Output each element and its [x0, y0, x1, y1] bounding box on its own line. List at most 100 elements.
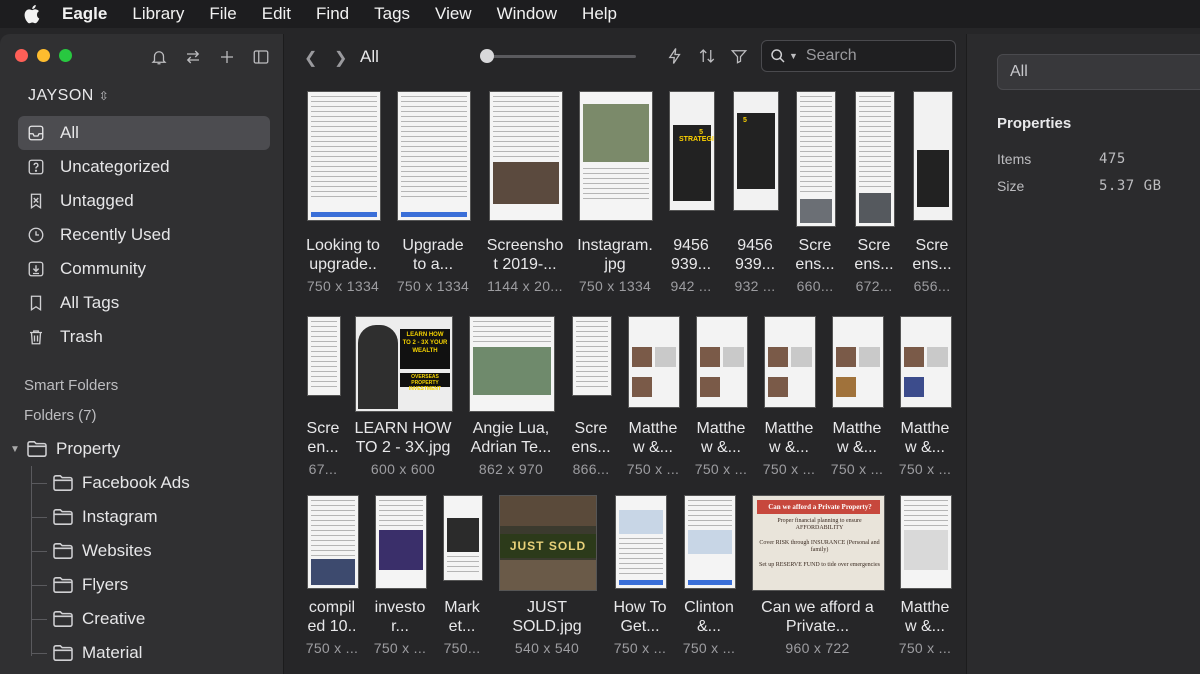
asset-dimensions: 672...	[855, 278, 893, 294]
asset-thumbnail	[375, 495, 427, 589]
question-box-icon	[25, 156, 47, 178]
folder-flyers[interactable]: Flyers	[0, 568, 283, 602]
asset-thumbnail: 5 STRATEGIES	[669, 91, 715, 211]
chevron-down-icon[interactable]: ▼	[10, 444, 20, 455]
asset-name: 9456 939...	[670, 237, 712, 273]
folders-header[interactable]: Folders (7)	[24, 407, 97, 424]
folder-icon	[52, 506, 74, 528]
asset-thumbnail	[796, 91, 836, 227]
menu-library[interactable]: Library	[132, 4, 184, 24]
library-name: JAYSON	[28, 87, 94, 104]
thumbnail-size-slider[interactable]	[486, 55, 636, 58]
view-title: All	[360, 47, 379, 66]
asset-name: Looking to upgrade..	[306, 237, 380, 273]
forward-arrow-icon[interactable]: ❯	[334, 48, 347, 68]
folder-label: Material	[82, 643, 143, 662]
folder-property[interactable]: ▼ Property	[0, 432, 283, 466]
sync-arrows-icon[interactable]	[182, 46, 204, 68]
menu-help[interactable]: Help	[582, 4, 617, 24]
asset-name: Clinton &...	[684, 599, 734, 635]
lightning-icon[interactable]	[664, 45, 686, 67]
folder-instagram[interactable]: Instagram	[0, 500, 283, 534]
sidebar-item-uncategorized[interactable]: Uncategorized	[18, 150, 270, 184]
folder-label: Creative	[82, 609, 146, 628]
asset-name: investo r...	[374, 599, 426, 635]
folder-material[interactable]: Material	[0, 636, 283, 670]
thumb-promo-text: 5 STRATEGIES	[679, 129, 714, 144]
sidebar-item-recently-used[interactable]: Recently Used	[18, 218, 270, 252]
chevron-down-icon[interactable]: ▼	[789, 51, 798, 61]
asset-grid: Looking to upgrade.. 750 x 1334 Upgrade …	[284, 78, 964, 674]
menu-file[interactable]: File	[209, 4, 236, 24]
asset-thumbnail	[469, 316, 555, 412]
asset-name: LEARN HOW TO 2 - 3X.jpg	[354, 420, 452, 456]
asset-dimensions: 750 x 1334	[396, 278, 470, 294]
asset-thumbnail	[684, 495, 736, 589]
apple-icon[interactable]	[22, 3, 44, 25]
thumb-just-sold-text: JUST SOLD	[500, 534, 596, 558]
inspector-panel: All Properties Items 475 Size 5.37 GB	[966, 34, 1200, 674]
search-icon	[770, 48, 786, 64]
sort-icon[interactable]	[696, 45, 718, 67]
asset-thumbnail	[443, 495, 483, 581]
sidebar-item-all-tags[interactable]: All Tags	[18, 286, 270, 320]
menu-edit[interactable]: Edit	[262, 4, 291, 24]
library-switcher[interactable]: JAYSON ⇳	[28, 87, 109, 105]
back-arrow-icon[interactable]: ❮	[304, 48, 317, 68]
folder-label: Instagram	[82, 507, 158, 526]
untagged-icon	[25, 190, 47, 212]
folder-label: Facebook Ads	[82, 473, 190, 492]
asset-dimensions: 540 x 540	[514, 640, 580, 656]
asset-name: Matthe w &...	[900, 420, 950, 456]
menu-app-eagle[interactable]: Eagle	[62, 4, 107, 24]
minimize-window-button[interactable]	[37, 49, 50, 62]
close-window-button[interactable]	[15, 49, 28, 62]
menu-tags[interactable]: Tags	[374, 4, 410, 24]
menu-bar: Eagle Library File Edit Find Tags View W…	[0, 0, 1200, 28]
menu-view[interactable]: View	[435, 4, 472, 24]
menu-find[interactable]: Find	[316, 4, 349, 24]
maximize-window-button[interactable]	[59, 49, 72, 62]
asset-name: Matthe w &...	[696, 420, 746, 456]
folder-icon	[52, 472, 74, 494]
sidebar-item-label: Untagged	[60, 191, 134, 210]
properties-heading: Properties	[997, 115, 1072, 132]
items-label: Items	[997, 151, 1032, 167]
sidebar-item-all[interactable]: All	[18, 116, 270, 150]
inspector-name-field[interactable]: All	[997, 54, 1200, 90]
tree-guide-line	[31, 466, 32, 656]
sidebar-item-label: All	[60, 123, 79, 142]
asset-thumbnail	[307, 495, 359, 589]
download-box-icon	[25, 258, 47, 280]
asset-thumbnail	[832, 316, 884, 408]
asset-name: Mark et...	[444, 599, 480, 635]
smart-folders-header[interactable]: Smart Folders	[24, 377, 118, 394]
plus-icon[interactable]	[216, 46, 238, 68]
folder-creative[interactable]: Creative	[0, 602, 283, 636]
asset-name: Can we afford a Private...	[761, 599, 874, 635]
folder-facebook-ads[interactable]: Facebook Ads	[0, 466, 283, 500]
bell-icon[interactable]	[148, 46, 170, 68]
asset-dimensions: 750 x ...	[762, 461, 816, 477]
size-value: 5.37 GB	[1099, 178, 1162, 194]
trash-icon	[25, 326, 47, 348]
asset-dimensions: 750 x ...	[305, 640, 359, 656]
sidebar-item-untagged[interactable]: Untagged	[18, 184, 270, 218]
search-input[interactable]	[803, 46, 938, 66]
sidebar-item-community[interactable]: Community	[18, 252, 270, 286]
sidebar-item-trash[interactable]: Trash	[18, 320, 270, 354]
asset-name: Matthe w &...	[764, 420, 814, 456]
asset-thumbnail	[489, 91, 563, 221]
folder-websites[interactable]: Websites	[0, 534, 283, 568]
filter-icon[interactable]	[728, 45, 750, 67]
sidebar-toolbar	[148, 46, 272, 68]
sidebar-toggle-icon[interactable]	[250, 46, 272, 68]
menu-window[interactable]: Window	[497, 4, 557, 24]
folder-icon	[52, 608, 74, 630]
slider-handle[interactable]	[480, 49, 494, 63]
asset-name: Matthe w &...	[900, 599, 950, 635]
asset-name: Angie Lua, Adrian Te...	[470, 420, 552, 456]
folder-label: Flyers	[82, 575, 129, 594]
search-box[interactable]: ▼	[761, 40, 956, 72]
asset-dimensions: 750 x ...	[373, 640, 427, 656]
